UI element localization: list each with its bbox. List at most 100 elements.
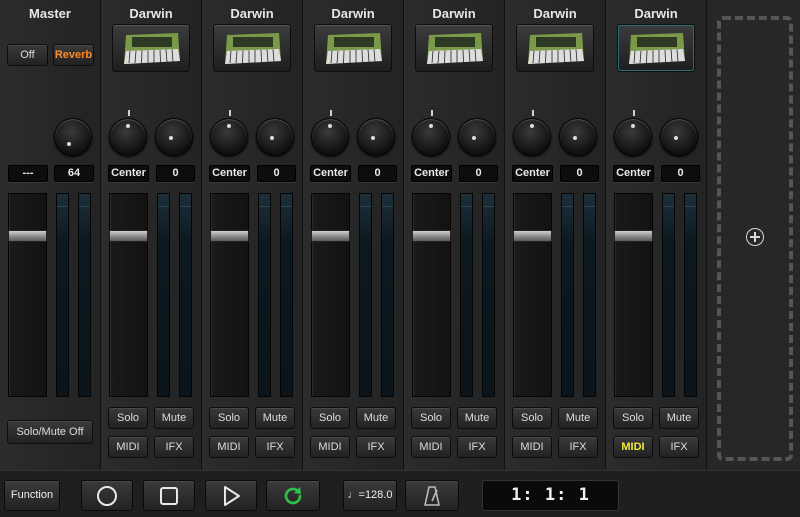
fader-handle[interactable]: [8, 230, 47, 242]
stop-button[interactable]: [143, 480, 195, 511]
knob-indicator: [67, 142, 71, 146]
instrument-thumbnail[interactable]: [112, 24, 190, 72]
play-button[interactable]: [205, 480, 257, 511]
volume-knob[interactable]: [357, 118, 395, 156]
track-fader[interactable]: [109, 193, 148, 397]
add-track-area[interactable]: [710, 0, 800, 470]
solo-mute-off-button[interactable]: Solo/Mute Off: [7, 420, 93, 444]
master-meter-left: [56, 193, 69, 397]
volume-knob[interactable]: [256, 118, 294, 156]
instrument-thumbnail[interactable]: [213, 24, 291, 72]
knob-indicator: [126, 124, 130, 128]
volume-readout: 0: [257, 165, 296, 182]
knob-indicator: [371, 136, 375, 140]
ifx-button[interactable]: IFX: [659, 436, 699, 458]
instrument-thumbnail[interactable]: [314, 24, 392, 72]
master-fader[interactable]: [8, 193, 47, 397]
master-readout-right: 64: [54, 165, 94, 182]
track-fader[interactable]: [210, 193, 249, 397]
knob-center-tick: [431, 110, 433, 116]
ifx-button[interactable]: IFX: [154, 436, 194, 458]
pan-knob[interactable]: [210, 118, 248, 156]
master-knob[interactable]: [54, 118, 92, 156]
knob-indicator: [429, 124, 433, 128]
fader-handle[interactable]: [311, 230, 350, 242]
pan-knob[interactable]: [513, 118, 551, 156]
position-display: 1: 1: 1: [482, 480, 619, 511]
ifx-button[interactable]: IFX: [457, 436, 497, 458]
volume-readout: 0: [661, 165, 700, 182]
knob-indicator: [631, 124, 635, 128]
record-button[interactable]: [81, 480, 133, 511]
track-strip-4: Darwin Center 0 Solo Mute MIDI IFX: [404, 0, 505, 470]
metronome-icon: [424, 486, 440, 506]
solo-button[interactable]: Solo: [108, 407, 148, 429]
midi-button[interactable]: MIDI: [411, 436, 451, 458]
solo-button[interactable]: Solo: [310, 407, 350, 429]
pan-knob[interactable]: [109, 118, 147, 156]
loop-icon: [284, 487, 302, 505]
mute-button[interactable]: Mute: [356, 407, 396, 429]
plus-icon[interactable]: [746, 228, 764, 246]
solo-button[interactable]: Solo: [209, 407, 249, 429]
track-meter-right: [381, 193, 394, 397]
pan-knob[interactable]: [614, 118, 652, 156]
pan-knob[interactable]: [412, 118, 450, 156]
track-meter-left: [662, 193, 675, 397]
mute-button[interactable]: Mute: [659, 407, 699, 429]
knob-indicator: [674, 136, 678, 140]
instrument-thumbnail[interactable]: [617, 24, 695, 72]
fader-handle[interactable]: [210, 230, 249, 242]
loop-button[interactable]: [266, 480, 320, 511]
midi-button[interactable]: MIDI: [512, 436, 552, 458]
ifx-button[interactable]: IFX: [356, 436, 396, 458]
solo-button[interactable]: Solo: [613, 407, 653, 429]
solo-button[interactable]: Solo: [411, 407, 451, 429]
volume-readout: 0: [560, 165, 599, 182]
volume-knob[interactable]: [559, 118, 597, 156]
pan-knob[interactable]: [311, 118, 349, 156]
instrument-thumbnail[interactable]: [516, 24, 594, 72]
square-icon: [160, 487, 178, 505]
track-fader[interactable]: [614, 193, 653, 397]
knob-indicator: [573, 136, 577, 140]
midi-button[interactable]: MIDI: [310, 436, 350, 458]
fader-handle[interactable]: [614, 230, 653, 242]
metronome-button[interactable]: [405, 480, 459, 511]
track-meter-right: [583, 193, 596, 397]
volume-knob[interactable]: [458, 118, 496, 156]
tempo-display[interactable]: ♩=128.0: [343, 480, 397, 511]
reverb-button[interactable]: Reverb: [53, 44, 94, 66]
fader-handle[interactable]: [513, 230, 552, 242]
track-title: Darwin: [129, 6, 173, 21]
master-off-button[interactable]: Off: [7, 44, 48, 66]
track-fader[interactable]: [311, 193, 350, 397]
synth-keyboard-icon: [629, 33, 685, 64]
synth-keyboard-icon: [528, 33, 584, 64]
track-fader[interactable]: [412, 193, 451, 397]
volume-knob[interactable]: [660, 118, 698, 156]
mute-button[interactable]: Mute: [154, 407, 194, 429]
fader-handle[interactable]: [412, 230, 451, 242]
volume-knob[interactable]: [155, 118, 193, 156]
fader-handle[interactable]: [109, 230, 148, 242]
synth-keyboard-icon: [427, 33, 483, 64]
track-title: Darwin: [634, 6, 678, 21]
knob-indicator: [328, 124, 332, 128]
master-strip: Master Off Reverb --- 64 Solo/Mute Off: [0, 0, 101, 470]
synth-keyboard-icon: [124, 33, 180, 64]
mute-button[interactable]: Mute: [457, 407, 497, 429]
mute-button[interactable]: Mute: [255, 407, 295, 429]
pan-readout: Center: [108, 165, 149, 182]
track-fader[interactable]: [513, 193, 552, 397]
midi-button[interactable]: MIDI: [108, 436, 148, 458]
ifx-button[interactable]: IFX: [255, 436, 295, 458]
ifx-button[interactable]: IFX: [558, 436, 598, 458]
function-button[interactable]: Function: [4, 480, 60, 511]
instrument-thumbnail[interactable]: [415, 24, 493, 72]
track-meter-left: [258, 193, 271, 397]
mute-button[interactable]: Mute: [558, 407, 598, 429]
midi-button-active[interactable]: MIDI: [613, 436, 653, 458]
solo-button[interactable]: Solo: [512, 407, 552, 429]
midi-button[interactable]: MIDI: [209, 436, 249, 458]
